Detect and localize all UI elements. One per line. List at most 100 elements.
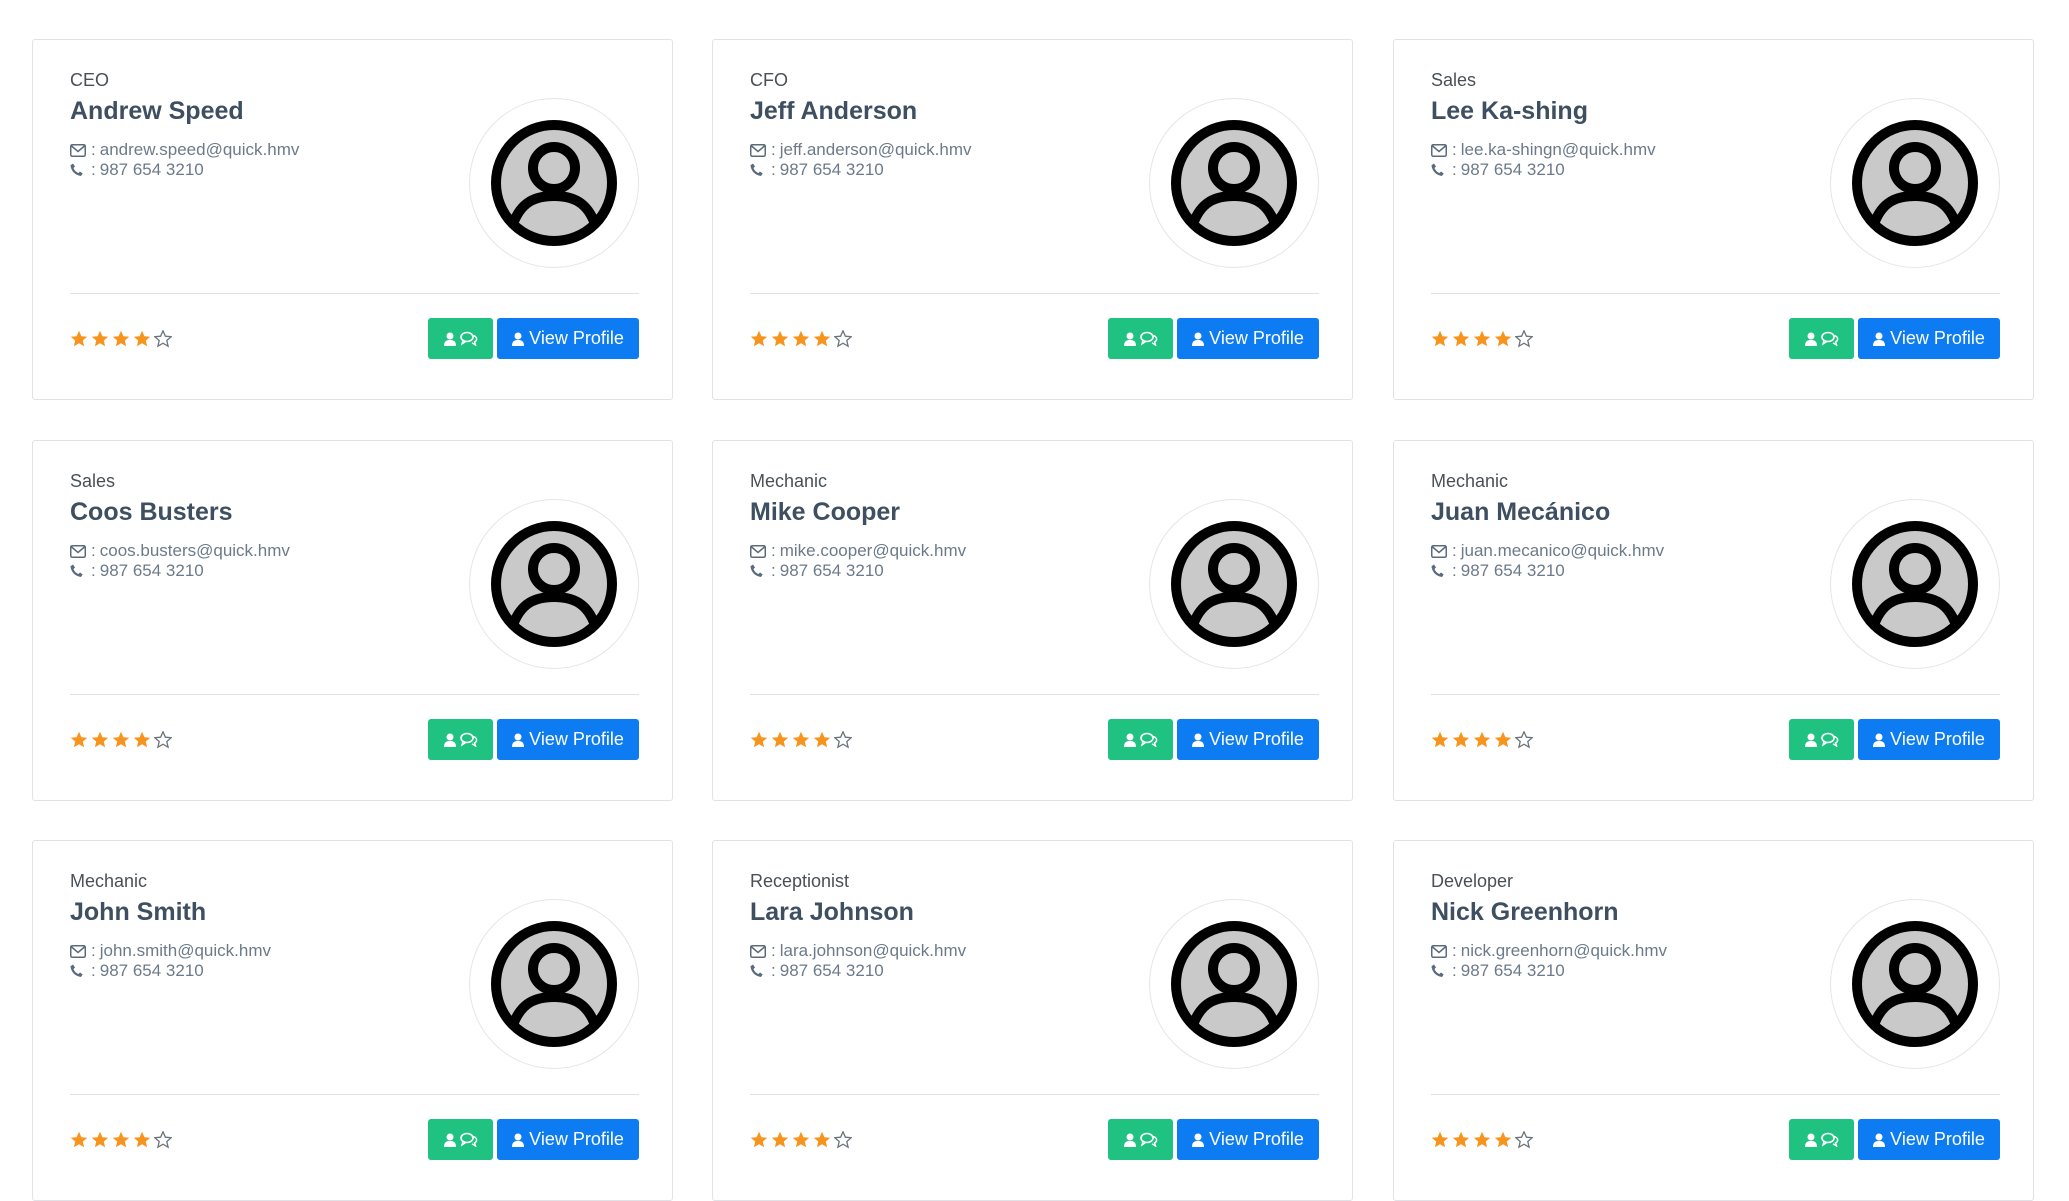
chat-icon bbox=[1139, 732, 1157, 747]
user-icon bbox=[1804, 332, 1817, 346]
envelope-icon bbox=[1431, 141, 1449, 159]
contact-info: : lara.johnson@quick.hmv : 987 654 3210 bbox=[750, 941, 966, 981]
star-rating bbox=[750, 1131, 852, 1149]
view-profile-button[interactable]: View Profile bbox=[1858, 318, 2000, 359]
star-icon bbox=[112, 330, 130, 347]
star-icon bbox=[1452, 330, 1470, 347]
phone-icon bbox=[70, 161, 88, 179]
email-value[interactable]: mike.cooper@quick.hmv bbox=[780, 541, 966, 561]
staff-name: Lara Johnson bbox=[750, 898, 914, 926]
email-row: : coos.busters@quick.hmv bbox=[70, 541, 290, 561]
chat-button[interactable] bbox=[428, 318, 493, 359]
staff-name: Lee Ka-shing bbox=[1431, 97, 1588, 125]
chat-button[interactable] bbox=[1789, 719, 1854, 760]
email-separator: : bbox=[1452, 941, 1457, 960]
staff-card: Mechanic Juan Mecánico : juan.mecanico@q… bbox=[1393, 440, 2034, 801]
star-outline-icon bbox=[834, 330, 852, 348]
star-icon bbox=[70, 1131, 88, 1148]
phone-icon bbox=[750, 962, 768, 980]
view-profile-button[interactable]: View Profile bbox=[1177, 1119, 1319, 1160]
phone-row: : 987 654 3210 bbox=[1431, 961, 1667, 981]
user-icon bbox=[443, 332, 456, 346]
email-value[interactable]: andrew.speed@quick.hmv bbox=[100, 140, 300, 160]
user-icon bbox=[1192, 332, 1205, 346]
contact-info: : lee.ka-shingn@quick.hmv : 987 654 3210 bbox=[1431, 140, 1656, 180]
user-icon bbox=[443, 733, 456, 747]
staff-role: CFO bbox=[750, 70, 788, 90]
star-icon bbox=[1473, 731, 1491, 748]
star-icon bbox=[70, 731, 88, 748]
view-profile-button[interactable]: View Profile bbox=[497, 1119, 639, 1160]
chat-icon bbox=[459, 1132, 477, 1147]
view-profile-button[interactable]: View Profile bbox=[1858, 1119, 2000, 1160]
user-avatar-icon bbox=[1852, 120, 1978, 246]
phone-icon bbox=[1431, 161, 1449, 179]
phone-row: : 987 654 3210 bbox=[70, 160, 299, 180]
staff-role: Sales bbox=[70, 471, 116, 491]
view-profile-button[interactable]: View Profile bbox=[1858, 719, 2000, 760]
phone-separator: : bbox=[771, 160, 776, 179]
phone-separator: : bbox=[1452, 961, 1457, 980]
star-icon bbox=[91, 330, 109, 347]
staff-card: Developer Nick Greenhorn : nick.greenhor… bbox=[1393, 840, 2034, 1201]
chat-button[interactable] bbox=[428, 719, 493, 760]
chat-button[interactable] bbox=[1108, 1119, 1173, 1160]
email-value[interactable]: coos.busters@quick.hmv bbox=[100, 541, 290, 561]
user-avatar-icon bbox=[491, 921, 617, 1047]
chat-button[interactable] bbox=[1108, 719, 1173, 760]
star-outline-icon bbox=[834, 1131, 852, 1149]
chat-button[interactable] bbox=[1789, 1119, 1854, 1160]
email-value[interactable]: nick.greenhorn@quick.hmv bbox=[1461, 941, 1667, 961]
star-icon bbox=[1473, 330, 1491, 347]
chat-button[interactable] bbox=[428, 1119, 493, 1160]
staff-card: Sales Coos Busters : coos.busters@quick.… bbox=[32, 440, 673, 801]
email-separator: : bbox=[771, 140, 776, 159]
contact-info: : nick.greenhorn@quick.hmv : 987 654 321… bbox=[1431, 941, 1667, 981]
email-row: : juan.mecanico@quick.hmv bbox=[1431, 541, 1664, 561]
phone-value: 987 654 3210 bbox=[779, 961, 884, 980]
card-divider bbox=[70, 1094, 639, 1095]
star-icon bbox=[1494, 731, 1512, 748]
chat-icon bbox=[459, 331, 477, 346]
staff-name: Juan Mecánico bbox=[1431, 498, 1611, 526]
phone-row: : 987 654 3210 bbox=[70, 561, 290, 581]
star-icon bbox=[771, 1131, 789, 1148]
user-icon bbox=[1192, 733, 1205, 747]
email-row: : jeff.anderson@quick.hmv bbox=[750, 140, 972, 160]
email-value[interactable]: juan.mecanico@quick.hmv bbox=[1461, 541, 1664, 561]
email-separator: : bbox=[91, 941, 96, 960]
view-profile-button[interactable]: View Profile bbox=[497, 719, 639, 760]
email-row: : nick.greenhorn@quick.hmv bbox=[1431, 941, 1667, 961]
avatar bbox=[1149, 499, 1319, 669]
view-profile-label: View Profile bbox=[529, 1129, 624, 1149]
email-value[interactable]: john.smith@quick.hmv bbox=[100, 941, 271, 961]
view-profile-label: View Profile bbox=[1209, 328, 1304, 348]
chat-button[interactable] bbox=[1108, 318, 1173, 359]
email-value[interactable]: lara.johnson@quick.hmv bbox=[780, 941, 966, 961]
email-value[interactable]: lee.ka-shingn@quick.hmv bbox=[1461, 140, 1656, 160]
star-icon bbox=[1431, 1131, 1449, 1148]
envelope-icon bbox=[750, 542, 768, 560]
view-profile-button[interactable]: View Profile bbox=[497, 318, 639, 359]
view-profile-label: View Profile bbox=[1890, 729, 1985, 749]
star-rating bbox=[750, 330, 852, 348]
phone-separator: : bbox=[1452, 160, 1457, 179]
staff-role: Mechanic bbox=[70, 871, 148, 891]
phone-row: : 987 654 3210 bbox=[750, 160, 972, 180]
star-icon bbox=[750, 731, 768, 748]
user-icon bbox=[1123, 1133, 1136, 1147]
staff-role: Mechanic bbox=[1431, 471, 1509, 491]
view-profile-button[interactable]: View Profile bbox=[1177, 318, 1319, 359]
chat-button[interactable] bbox=[1789, 318, 1854, 359]
avatar bbox=[469, 499, 639, 669]
staff-role: Sales bbox=[1431, 70, 1477, 90]
star-icon bbox=[1473, 1131, 1491, 1148]
staff-name: Jeff Anderson bbox=[750, 97, 918, 125]
phone-icon bbox=[750, 161, 768, 179]
view-profile-label: View Profile bbox=[1890, 1129, 1985, 1149]
view-profile-button[interactable]: View Profile bbox=[1177, 719, 1319, 760]
email-value[interactable]: jeff.anderson@quick.hmv bbox=[780, 140, 972, 160]
staff-card: Mechanic John Smith : john.smith@quick.h… bbox=[32, 840, 673, 1201]
view-profile-label: View Profile bbox=[1890, 328, 1985, 348]
chat-icon bbox=[1820, 732, 1838, 747]
